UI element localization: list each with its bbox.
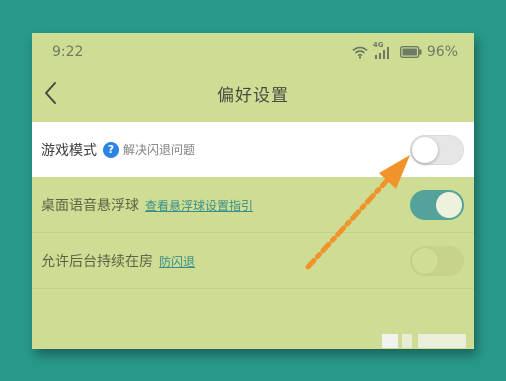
game-mode-label: 游戏模式 [41, 142, 97, 159]
battery-percent: 96% [426, 44, 458, 60]
settings-row-floating-ball: 桌面语音悬浮球 查看悬浮球设置指引 [32, 178, 474, 233]
background-stay-toggle[interactable] [410, 246, 464, 276]
page-title: 偏好设置 [217, 86, 289, 106]
game-mode-subtitle[interactable]: 解决闪退问题 [123, 141, 195, 158]
blur-patch [382, 334, 398, 348]
anti-crash-link[interactable]: 防闪退 [159, 253, 195, 270]
status-bar: 9:22 4G 96% [32, 33, 474, 73]
status-time: 9:22 [52, 44, 84, 60]
floating-ball-guide-link[interactable]: 查看悬浮球设置指引 [145, 197, 253, 214]
wifi-icon [352, 46, 368, 59]
settings-row-game-mode: 游戏模式 ? 解决闪退问题 [32, 122, 474, 177]
blur-patch [402, 334, 412, 348]
toggle-knob [436, 192, 462, 218]
battery-icon [399, 46, 422, 58]
background-stay-label: 允许后台持续在房 [41, 254, 153, 270]
floating-ball-toggle[interactable] [410, 190, 464, 220]
phone-screen: 9:22 4G 96% 偏好设置 游戏模式 ? 解决闪退问题 桌面语音悬浮球 查… [32, 33, 474, 349]
blur-patch [418, 334, 466, 348]
game-mode-toggle[interactable] [410, 134, 464, 165]
toggle-knob [412, 248, 438, 274]
status-icons: 4G 96% [352, 41, 458, 60]
cellular-icon: 4G [373, 41, 395, 59]
stage: 9:22 4G 96% 偏好设置 游戏模式 ? 解决闪退问题 桌面语音悬浮球 查… [0, 0, 506, 381]
settings-row-background-stay: 允许后台持续在房 防闪退 [32, 234, 474, 289]
help-icon[interactable]: ? [103, 141, 119, 158]
page-header: 偏好设置 [32, 73, 474, 113]
floating-ball-label: 桌面语音悬浮球 [41, 198, 139, 214]
toggle-knob [412, 136, 438, 163]
